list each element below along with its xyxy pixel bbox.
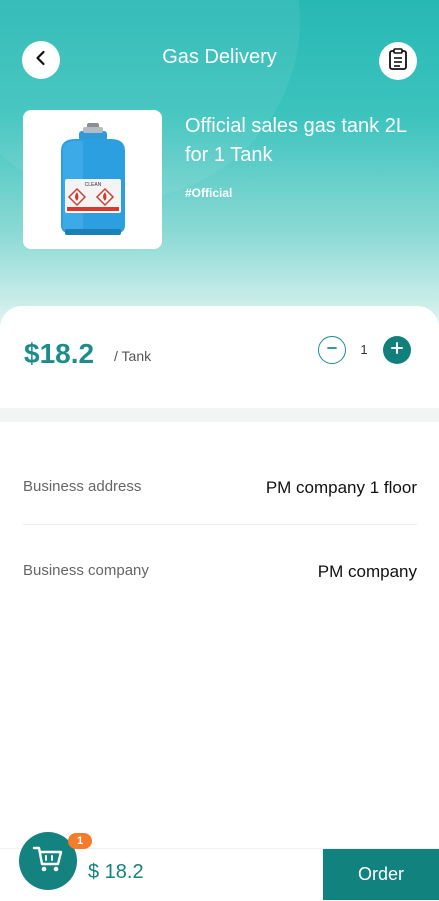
order-button[interactable]: Order (323, 849, 439, 900)
cart-total: $ 18.2 (88, 861, 144, 883)
business-company-label: Business company (23, 562, 149, 579)
decrease-quantity-button[interactable] (318, 336, 346, 364)
business-address-value: PM company 1 floor (265, 478, 417, 497)
business-address-row: Business address PM company 1 floor (23, 478, 417, 502)
product-tag: #Official (185, 186, 233, 200)
top-bar: Gas Delivery (0, 0, 439, 120)
section-separator (0, 408, 439, 422)
quantity-stepper: 1 (318, 336, 411, 364)
quantity-value: 1 (360, 342, 368, 357)
product-price: $18.2 (24, 338, 95, 369)
svg-text:CLEAN: CLEAN (84, 182, 101, 188)
increase-quantity-button[interactable] (383, 336, 411, 364)
product-image: CLEAN (23, 110, 162, 249)
plus-icon (390, 341, 404, 360)
product-name: Official sales gas tank 2L for 1 Tank (185, 115, 407, 166)
cart-count-badge: 1 (68, 833, 92, 849)
minus-icon (326, 341, 338, 359)
clipboard-list-icon (388, 47, 408, 75)
business-company-row: Business company PM company (23, 562, 417, 586)
gas-cylinder-image: CLEAN (60, 122, 125, 235)
page-title: Gas Delivery (162, 46, 277, 68)
order-list-button[interactable] (379, 42, 417, 80)
business-company-value: PM company (317, 562, 417, 581)
shopping-cart-icon (32, 844, 64, 879)
business-address-label: Business address (23, 478, 142, 495)
price-unit: / Tank (114, 348, 152, 364)
row-divider (23, 524, 417, 525)
